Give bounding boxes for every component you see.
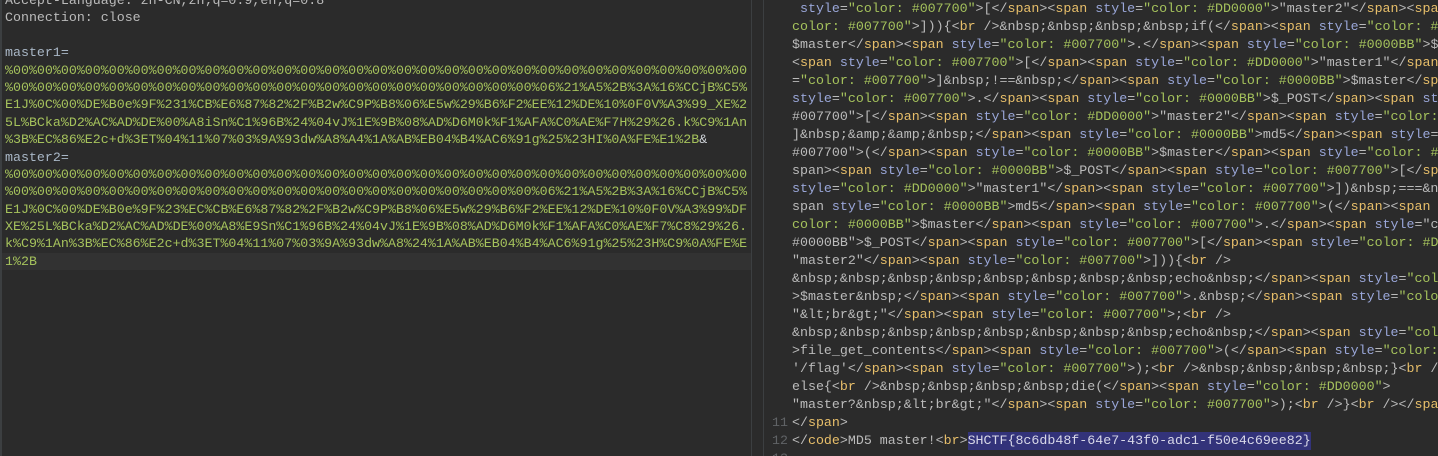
code-text: style="color: #007700">.</span><span sty… <box>792 91 1438 106</box>
request-line: %00%00%00%00%00%00%00%00%00%00%00%00%00%… <box>5 166 748 182</box>
line-number <box>764 270 792 288</box>
line-number <box>764 288 792 306</box>
line-number <box>764 378 792 396</box>
line-number: 13 <box>764 450 792 456</box>
request-line: %00%00%00%00%00%00%00%00%00%00%00%00%00%… <box>5 62 748 78</box>
response-line: color: #007700">])){<br />&nbsp;&nbsp;&n… <box>764 18 1438 36</box>
request-line <box>2 27 753 44</box>
response-line: #0000BB">$_POST</span><span style="color… <box>764 234 1438 252</box>
line-number <box>764 54 792 72</box>
code-text: "master?&nbsp;&lt;br&gt;"</span><span st… <box>792 397 1438 412</box>
code-text: span><span style="color: #0000BB">$_POST… <box>792 163 1438 178</box>
line-number <box>764 360 792 378</box>
response-line: 13 <box>764 450 1438 456</box>
code-text: &nbsp;&nbsp;&nbsp;&nbsp;&nbsp;&nbsp;&nbs… <box>792 271 1438 286</box>
line-number <box>764 36 792 54</box>
response-editor[interactable]: style="color: #007700">[</span><span sty… <box>764 0 1438 456</box>
request-line: master2= <box>5 149 69 165</box>
request-line: E1J%0C%00%DE%B0e%9F%231%CB%E6%87%82%2F%B… <box>5 97 748 113</box>
line-number <box>764 306 792 324</box>
response-line: ="color: #007700">]&nbsp;!==&nbsp;</span… <box>764 72 1438 90</box>
response-line: >file_get_contents</span><span style="co… <box>764 342 1438 360</box>
response-line: style="color: #007700">.</span><span sty… <box>764 90 1438 108</box>
response-line: <span style="color: #007700">[</span><sp… <box>764 54 1438 72</box>
line-number <box>764 72 792 90</box>
response-line: 11 </span> <box>764 414 1438 432</box>
code-text: style="color: #DD0000">"master1"</span><… <box>792 181 1438 196</box>
request-line: 5L%BCka%D2%AC%AD%DE%00%A8iSn%C1%96B%24%0… <box>5 114 748 130</box>
response-line: 12 </code>MD5 master!<br> SHCTF{8c6db48f-6… <box>764 432 1438 450</box>
line-number <box>764 252 792 270</box>
line-number <box>764 90 792 108</box>
request-line: %00%00%00%00%00%00%00%00%00%00%00%00%00%… <box>5 79 748 95</box>
response-line: span><span style="color: #0000BB">$_POST… <box>764 162 1438 180</box>
code-text: color: #0000BB">$master</span><span styl… <box>792 217 1438 232</box>
request-line: Accept-Language: zh-CN,zh;q=0.9,en;q=0.8 <box>5 0 325 8</box>
code-text: >$master&nbsp;</span><span style="color:… <box>792 289 1438 304</box>
line-number <box>764 162 792 180</box>
code-text: ]&nbsp;&amp;&amp;&nbsp;</span><span styl… <box>792 127 1438 142</box>
line-number <box>764 342 792 360</box>
code-text: </code>MD5 master!<br> <box>792 433 968 448</box>
response-line: "&lt;br&gt;"</span><span style="color: #… <box>764 306 1438 324</box>
line-number <box>764 18 792 36</box>
line-number: 11 <box>772 415 788 430</box>
request-editor[interactable]: Accept-Language: zh-CN,zh;q=0.9,en;q=0.8… <box>0 0 753 456</box>
code-text: "master2"</span><span style="color: #007… <box>792 253 1231 268</box>
response-line: "master?&nbsp;&lt;br&gt;"</span><span st… <box>764 396 1438 414</box>
response-line: style="color: #DD0000">"master1"</span><… <box>764 180 1438 198</box>
line-number: 12 <box>772 433 788 448</box>
request-line: %3B%EC%86%E2c+d%3ET%04%11%07%03%9A%93dw%… <box>5 132 708 148</box>
response-line: style="color: #007700">[</span><span sty… <box>764 0 1438 18</box>
code-text: $master</span><span style="color: #00770… <box>792 37 1438 52</box>
response-line: "master2"</span><span style="color: #007… <box>764 252 1438 270</box>
code-text: #007700">(</span><span style="color: #00… <box>792 145 1438 160</box>
line-number <box>764 144 792 162</box>
pane-splitter[interactable] <box>751 0 764 456</box>
code-text: span style="color: #0000BB">md5</span><s… <box>792 199 1431 214</box>
line-number <box>764 234 792 252</box>
request-line: k%C9%1An%3B%EC%86%E2c+d%3ET%04%11%07%03%… <box>5 236 748 252</box>
request-line: 1%2B <box>2 252 753 271</box>
response-line: span style="color: #0000BB">md5</span><s… <box>764 198 1438 216</box>
code-text: </span> <box>792 415 848 430</box>
line-number <box>764 396 792 414</box>
code-text: color: #007700">])){<br />&nbsp;&nbsp;&n… <box>792 19 1438 34</box>
request-line: %00%00%00%00%00%00%00%00%00%00%00%00%00%… <box>5 184 748 200</box>
response-line: #007700">[</span><span style="color: #DD… <box>764 108 1438 126</box>
response-line: >$master&nbsp;</span><span style="color:… <box>764 288 1438 306</box>
code-text: style="color: #007700">[</span><span sty… <box>799 1 1438 16</box>
code-text: "&lt;br&gt;"</span><span style="color: #… <box>792 307 1231 322</box>
response-line: '/flag'</span><span style="color: #00770… <box>764 360 1438 378</box>
code-text: else{<br />&nbsp;&nbsp;&nbsp;&nbsp;die(<… <box>792 379 1391 394</box>
response-line: color: #0000BB">$master</span><span styl… <box>764 216 1438 234</box>
line-number <box>764 108 792 126</box>
request-line: E1J%0C%00%DE%B0e%9F%23%EC%CB%E6%87%82%2F… <box>5 201 748 217</box>
response-line: else{<br />&nbsp;&nbsp;&nbsp;&nbsp;die(<… <box>764 378 1438 396</box>
request-line: master1= <box>5 45 69 61</box>
line-number <box>764 324 792 342</box>
response-line: &nbsp;&nbsp;&nbsp;&nbsp;&nbsp;&nbsp;&nbs… <box>764 270 1438 288</box>
response-line: $master</span><span style="color: #00770… <box>764 36 1438 54</box>
line-number <box>764 0 792 18</box>
request-line: XE%25L%BCka%D2%AC%AD%DE%00%A8%E9Sn%C1%96… <box>5 219 748 235</box>
response-line: &nbsp;&nbsp;&nbsp;&nbsp;&nbsp;&nbsp;&nbs… <box>764 324 1438 342</box>
request-line: Connection: close <box>5 10 141 26</box>
line-number <box>764 198 792 216</box>
code-text: <span style="color: #007700">[</span><sp… <box>792 55 1438 70</box>
line-number <box>764 126 792 144</box>
line-number <box>764 216 792 234</box>
code-text: #007700">[</span><span style="color: #DD… <box>792 109 1438 124</box>
code-text: '/flag'</span><span style="color: #00770… <box>792 361 1438 376</box>
response-line: #007700">(</span><span style="color: #00… <box>764 144 1438 162</box>
selected-flag-text[interactable]: SHCTF{8c6db48f-64e7-43f0-adc1-f50e4c69ee… <box>967 432 1311 450</box>
code-text: >file_get_contents</span><span style="co… <box>792 343 1438 358</box>
code-text: &nbsp;&nbsp;&nbsp;&nbsp;&nbsp;&nbsp;&nbs… <box>792 325 1438 340</box>
code-text: ="color: #007700">]&nbsp;!==&nbsp;</span… <box>792 73 1438 88</box>
code-text: #0000BB">$_POST</span><span style="color… <box>792 235 1438 250</box>
line-number <box>764 180 792 198</box>
response-line: ]&nbsp;&amp;&amp;&nbsp;</span><span styl… <box>764 126 1438 144</box>
